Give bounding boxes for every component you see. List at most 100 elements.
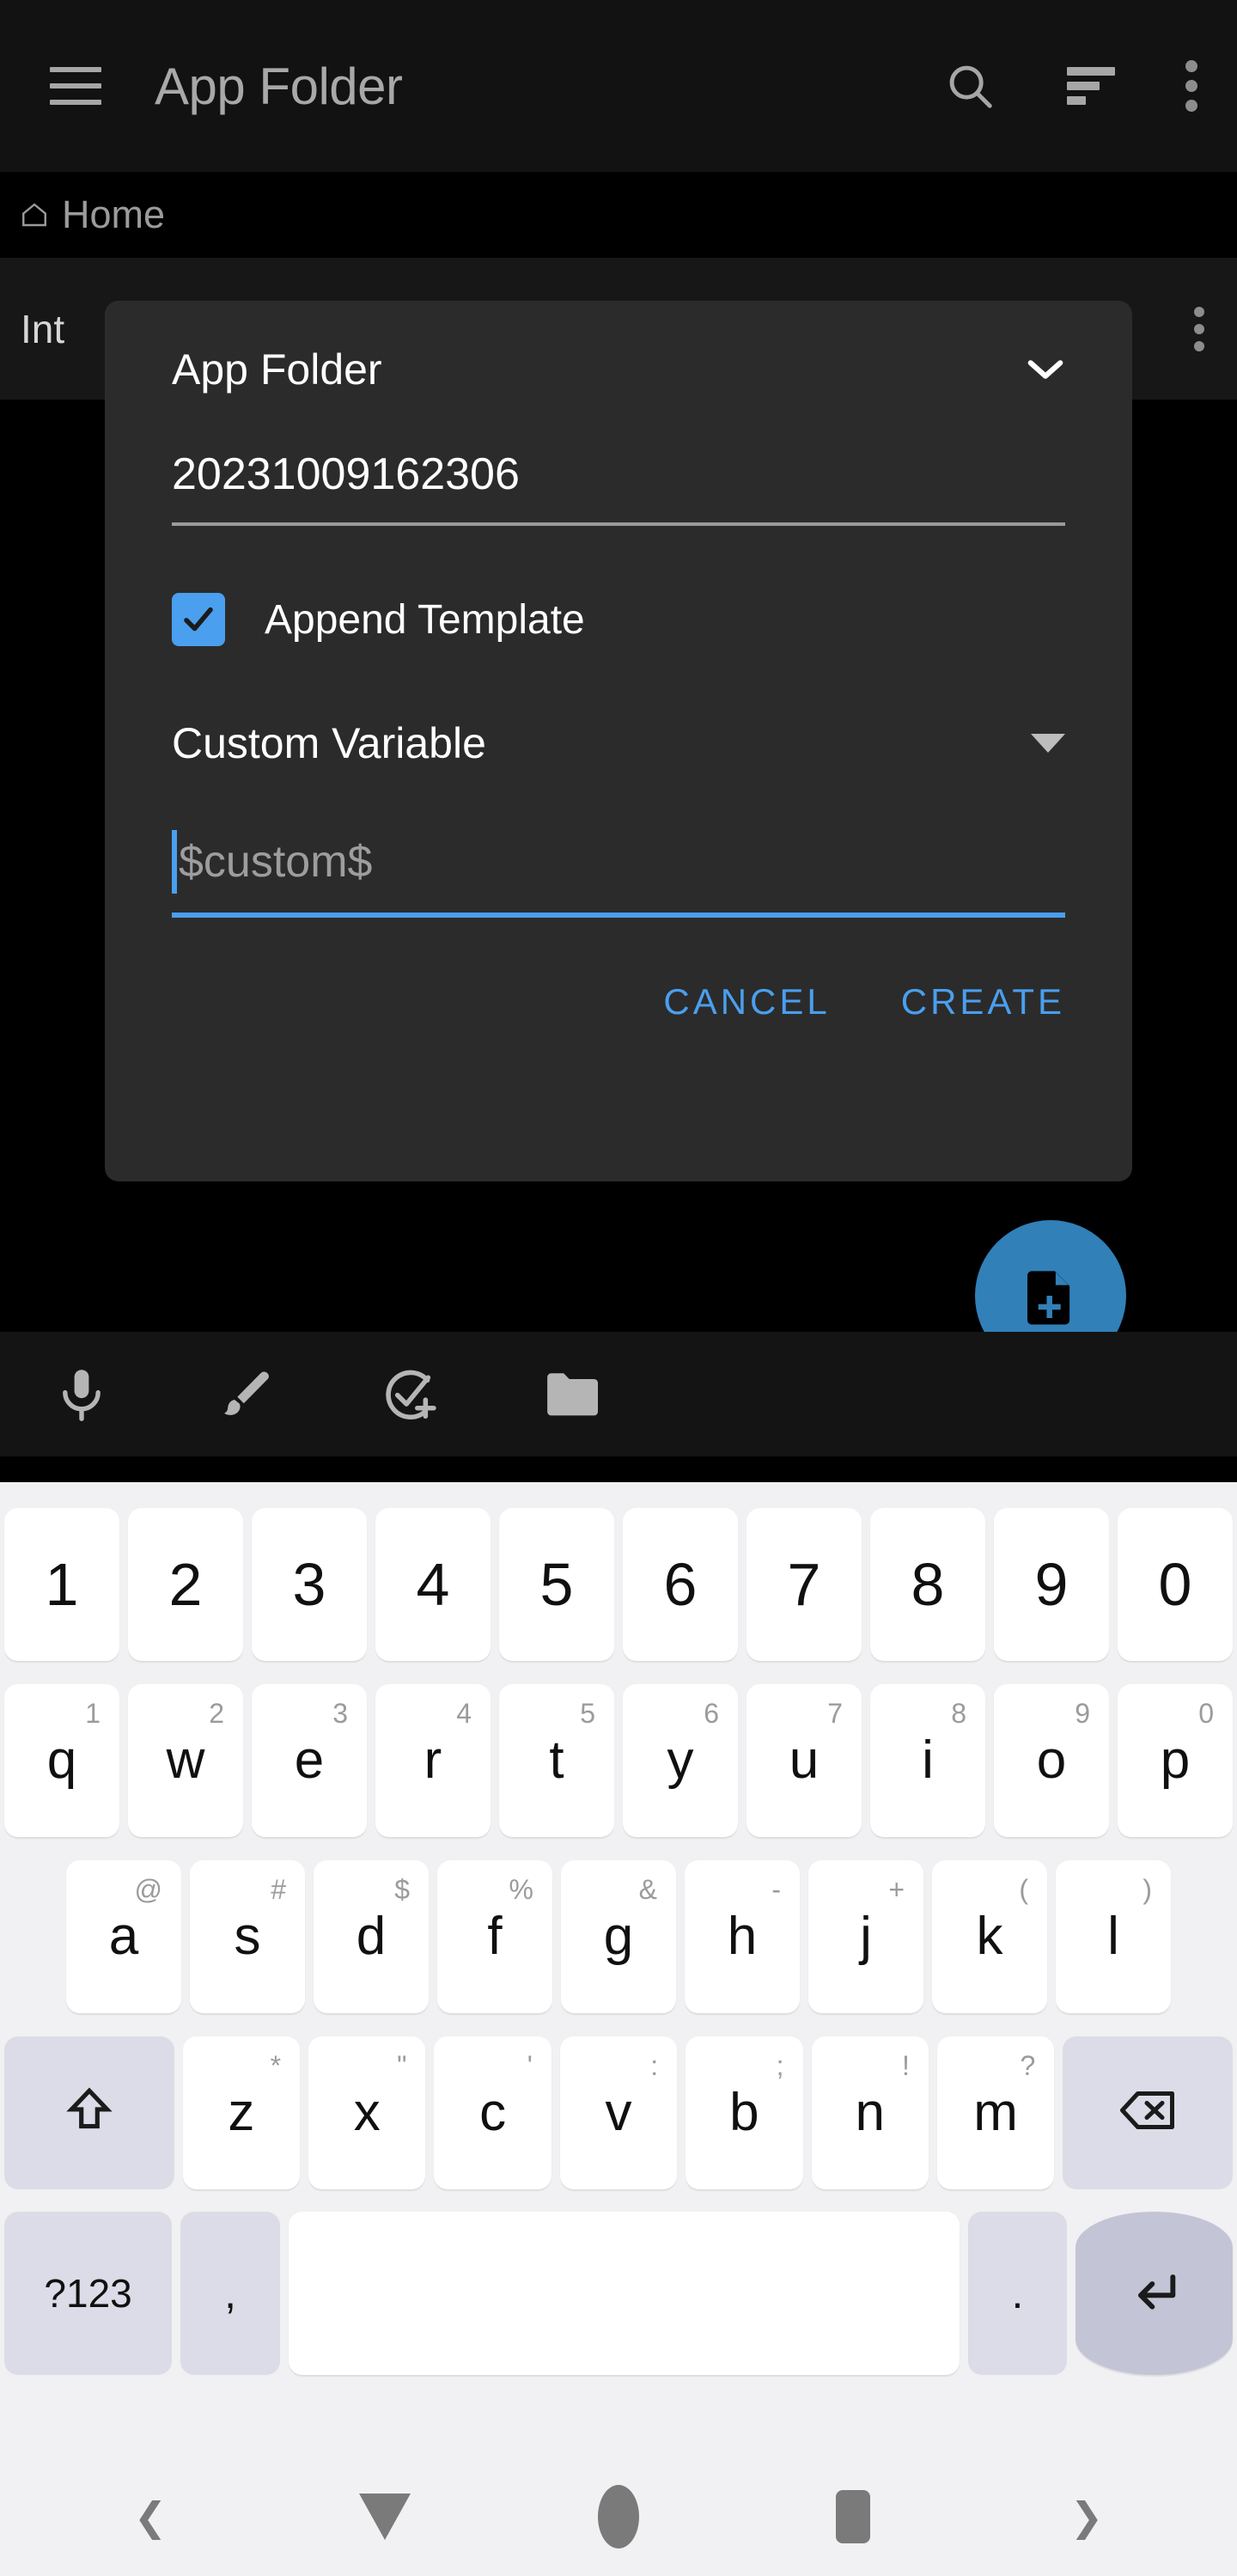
key-r[interactable]: 4r: [375, 1683, 491, 1837]
key-i[interactable]: 8i: [870, 1683, 985, 1837]
add-task-icon[interactable]: [375, 1361, 442, 1428]
key-5[interactable]: 5: [499, 1507, 614, 1661]
more-vertical-icon[interactable]: [1185, 60, 1197, 112]
key-label: q: [46, 1730, 77, 1790]
key-8[interactable]: 8: [870, 1507, 985, 1661]
space-key[interactable]: [288, 2211, 960, 2375]
cancel-button[interactable]: CANCEL: [663, 981, 830, 1022]
microphone-icon[interactable]: [48, 1361, 115, 1428]
key-label: f: [487, 1906, 503, 1966]
key-9[interactable]: 9: [994, 1507, 1109, 1661]
sort-icon[interactable]: [1067, 67, 1115, 105]
key-j[interactable]: + j: [808, 1859, 923, 2013]
back-triangle-icon[interactable]: [346, 2478, 424, 2555]
key-sup: 5: [580, 1697, 595, 1729]
app-bar: App Folder: [0, 0, 1237, 172]
key-c[interactable]: ' c: [434, 2036, 551, 2189]
recents-square-icon[interactable]: [814, 2478, 892, 2555]
key-f[interactable]: % f: [437, 1859, 552, 2013]
key-sup: 6: [704, 1697, 719, 1729]
key-label: w: [166, 1730, 205, 1790]
breadcrumb[interactable]: Home: [0, 172, 1237, 258]
symbols-key[interactable]: ?123: [4, 2211, 173, 2375]
brush-icon[interactable]: [211, 1361, 278, 1428]
caret-down-icon[interactable]: [1031, 734, 1065, 753]
key-u[interactable]: 7u: [746, 1683, 862, 1837]
template-select[interactable]: Custom Variable: [172, 718, 1065, 768]
key-label: t: [549, 1730, 564, 1790]
append-template-checkbox-row[interactable]: Append Template: [172, 593, 1065, 646]
chevron-right-icon[interactable]: ❯: [1048, 2478, 1125, 2555]
key-o[interactable]: 9o: [994, 1683, 1109, 1837]
key-sup: 4: [456, 1697, 472, 1729]
key-a[interactable]: @ a: [66, 1859, 181, 2013]
append-template-checkbox[interactable]: [172, 593, 225, 646]
home-circle-icon[interactable]: [580, 2478, 657, 2555]
dialog-header[interactable]: App Folder: [172, 301, 1065, 438]
key-label: c: [479, 2082, 507, 2142]
create-button[interactable]: CREATE: [901, 981, 1065, 1022]
key-v[interactable]: :v: [559, 2036, 678, 2189]
key-sup: *: [270, 2049, 282, 2081]
key-k[interactable]: (k: [932, 1859, 1047, 2013]
key-sup: 1: [85, 1697, 101, 1729]
more-vertical-icon[interactable]: [1194, 306, 1204, 351]
key-s[interactable]: # s: [190, 1859, 305, 2013]
enter-key[interactable]: [1076, 2211, 1233, 2375]
key-2[interactable]: 2: [128, 1507, 243, 1661]
key-sup: ;: [776, 2049, 784, 2081]
system-navigation-bar: ❮ ❯: [0, 2457, 1237, 2576]
key-m[interactable]: ? m: [936, 2036, 1055, 2189]
key-w[interactable]: 2w: [128, 1683, 243, 1837]
key-l[interactable]: ) l: [1056, 1859, 1171, 2013]
chevron-down-icon[interactable]: [1026, 350, 1065, 389]
key-g[interactable]: & g: [561, 1859, 676, 2013]
key-3[interactable]: 3: [252, 1507, 367, 1661]
backspace-icon: [1118, 2086, 1178, 2139]
key-sup: 8: [951, 1697, 966, 1729]
key-0[interactable]: 0: [1118, 1507, 1233, 1661]
key-4[interactable]: 4: [375, 1507, 491, 1661]
key-h[interactable]: -h: [685, 1859, 800, 2013]
key-label: ?123: [44, 2270, 132, 2316]
key-y[interactable]: 6y: [623, 1683, 738, 1837]
hamburger-menu-icon[interactable]: [50, 67, 101, 105]
period-key[interactable]: .: [967, 2211, 1068, 2375]
key-label: d: [356, 1906, 387, 1966]
filename-field[interactable]: 20231009162306: [172, 449, 1065, 526]
key-label: u: [789, 1730, 820, 1790]
key-label: k: [976, 1906, 1003, 1966]
key-sup: %: [509, 1873, 533, 1905]
bottom-toolbar: [0, 1332, 1237, 1456]
key-e[interactable]: 3e: [252, 1683, 367, 1837]
custom-variable-placeholder: $custom$: [179, 837, 373, 887]
custom-variable-field[interactable]: $custom$: [172, 830, 1065, 918]
key-sup: 9: [1075, 1697, 1090, 1729]
keyboard-row-qwerty: 1q 2w 3e 4r 5t 6y 7u 8i 9o 0p: [0, 1672, 1237, 1848]
key-1[interactable]: 1: [4, 1507, 119, 1661]
key-label: m: [973, 2082, 1018, 2142]
key-label: r: [424, 1730, 442, 1790]
chevron-left-icon[interactable]: ❮: [112, 2478, 189, 2555]
filename-value: 20231009162306: [172, 449, 520, 499]
key-6[interactable]: 6: [623, 1507, 738, 1661]
key-b[interactable]: ; b: [686, 2036, 803, 2189]
backspace-key[interactable]: [1063, 2036, 1233, 2189]
search-icon[interactable]: [943, 59, 996, 113]
comma-key[interactable]: ,: [180, 2211, 280, 2375]
breadcrumb-label: Home: [62, 192, 166, 236]
key-d[interactable]: $ d: [314, 1859, 429, 2013]
key-t[interactable]: 5t: [499, 1683, 614, 1837]
key-sup: :: [650, 2049, 659, 2081]
key-q[interactable]: 1q: [4, 1683, 119, 1837]
key-sup: !: [902, 2049, 910, 2081]
key-n[interactable]: ! n: [811, 2036, 929, 2189]
key-p[interactable]: 0p: [1118, 1683, 1233, 1837]
folder-icon[interactable]: [538, 1361, 605, 1428]
key-z[interactable]: * z: [182, 2036, 301, 2189]
dialog-actions: CANCEL CREATE: [172, 981, 1065, 1022]
key-label: x: [353, 2082, 381, 2142]
key-x[interactable]: " x: [308, 2036, 426, 2189]
key-7[interactable]: 7: [746, 1507, 862, 1661]
shift-key[interactable]: [4, 2036, 174, 2189]
